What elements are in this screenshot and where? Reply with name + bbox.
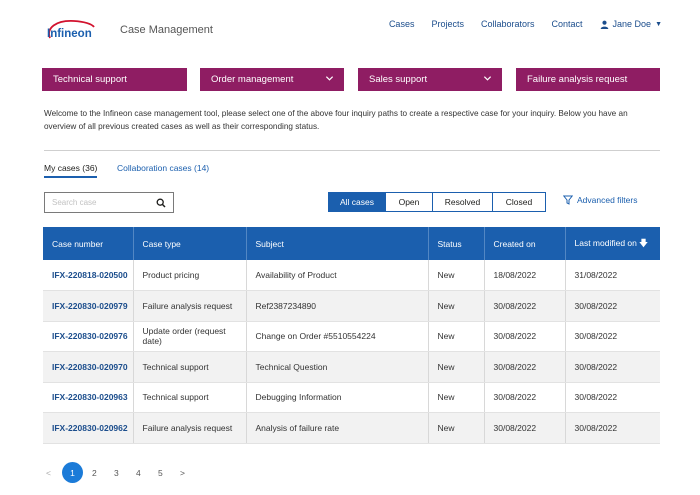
- case-type-cell: Update order (request date): [133, 321, 247, 352]
- case-type-cell: Failure analysis request: [133, 412, 247, 444]
- failure-analysis-request-label: Failure analysis request: [527, 74, 628, 85]
- order-management-dropdown[interactable]: Order management: [200, 68, 344, 91]
- last-modified-cell: 30/08/2022: [565, 351, 660, 383]
- case-type-cell: Technical support: [133, 382, 247, 413]
- filter-open[interactable]: Open: [386, 192, 433, 212]
- search-icon[interactable]: [156, 198, 166, 208]
- filter-closed[interactable]: Closed: [493, 192, 546, 212]
- column-subject[interactable]: Subject: [246, 227, 429, 260]
- case-type-cell: Failure analysis request: [133, 290, 247, 322]
- divider: [44, 150, 660, 151]
- sort-down-icon[interactable]: 🡇: [639, 238, 648, 248]
- intro-text: Welcome to the Infineon case management …: [44, 109, 628, 131]
- failure-analysis-request-button[interactable]: Failure analysis request: [516, 68, 660, 91]
- user-name: Jane Doe: [612, 19, 652, 29]
- technical-support-label: Technical support: [53, 74, 127, 85]
- chevron-down-icon: [483, 76, 492, 81]
- column-case-number[interactable]: Case number: [43, 227, 134, 260]
- created-on-cell: 30/08/2022: [484, 412, 566, 444]
- infineon-logo[interactable]: Infineon: [44, 18, 96, 44]
- user-icon: [600, 20, 608, 29]
- advanced-filters-label: Advanced filters: [577, 195, 638, 205]
- nav-contact[interactable]: Contact: [552, 19, 583, 29]
- top-navigation: Cases Projects Collaborators Contact Jan…: [389, 19, 662, 29]
- app-title: Case Management: [120, 24, 213, 36]
- subject-cell: Analysis of failure rate: [246, 412, 429, 444]
- last-modified-cell: 31/08/2022: [565, 260, 660, 291]
- case-number-link[interactable]: IFX-220830-020963: [43, 382, 134, 413]
- previous-page-button[interactable]: <: [46, 468, 62, 478]
- advanced-filters-link[interactable]: Advanced filters: [563, 195, 637, 205]
- case-number-link[interactable]: IFX-220830-020970: [43, 351, 134, 383]
- case-number-link[interactable]: IFX-220830-020979: [43, 290, 134, 322]
- pagination: < 1 2 3 4 5 >: [46, 462, 202, 483]
- created-on-cell: 30/08/2022: [484, 321, 566, 352]
- filter-all-cases[interactable]: All cases: [328, 192, 386, 212]
- technical-support-button[interactable]: Technical support: [42, 68, 187, 91]
- table-row[interactable]: IFX-220830-020970 Technical support Tech…: [43, 351, 660, 383]
- table-row[interactable]: IFX-220818-020500 Product pricing Availa…: [43, 260, 660, 291]
- user-menu[interactable]: Jane Doe ▼: [600, 19, 662, 29]
- page-4-button[interactable]: 4: [136, 468, 158, 478]
- sales-support-dropdown[interactable]: Sales support: [358, 68, 502, 91]
- case-type-cell: Technical support: [133, 351, 247, 383]
- filter-icon: [563, 195, 573, 205]
- column-case-type[interactable]: Case type: [133, 227, 247, 260]
- last-modified-cell: 30/08/2022: [565, 382, 660, 413]
- column-last-modified-on[interactable]: Last modified on 🡇: [565, 227, 660, 260]
- subject-cell: Ref2387234890: [246, 290, 429, 322]
- status-cell: New: [428, 351, 485, 383]
- subject-cell: Technical Question: [246, 351, 429, 383]
- page-5-button[interactable]: 5: [158, 468, 180, 478]
- column-created-on[interactable]: Created on: [484, 227, 566, 260]
- search-box: [44, 192, 174, 213]
- case-number-link[interactable]: IFX-220830-020976: [43, 321, 134, 352]
- cases-table: Case number Case type Subject Status Cre…: [43, 227, 660, 444]
- status-cell: New: [428, 382, 485, 413]
- order-management-label: Order management: [211, 74, 294, 85]
- search-input[interactable]: [45, 193, 145, 212]
- nav-projects[interactable]: Projects: [431, 19, 464, 29]
- sales-support-label: Sales support: [369, 74, 428, 85]
- column-last-modified-label: Last modified on: [574, 237, 637, 248]
- last-modified-cell: 30/08/2022: [565, 321, 660, 352]
- status-cell: New: [428, 412, 485, 444]
- table-row[interactable]: IFX-220830-020963 Technical support Debu…: [43, 382, 660, 413]
- last-modified-cell: 30/08/2022: [565, 290, 660, 322]
- nav-collaborators[interactable]: Collaborators: [481, 19, 535, 29]
- page-2-button[interactable]: 2: [92, 468, 114, 478]
- created-on-cell: 30/08/2022: [484, 290, 566, 322]
- page-1-button[interactable]: 1: [62, 462, 83, 483]
- created-on-cell: 30/08/2022: [484, 351, 566, 383]
- status-cell: New: [428, 290, 485, 322]
- case-number-link[interactable]: IFX-220830-020962: [43, 412, 134, 444]
- subject-cell: Availability of Product: [246, 260, 429, 291]
- case-number-link[interactable]: IFX-220818-020500: [43, 260, 134, 291]
- last-modified-cell: 30/08/2022: [565, 412, 660, 444]
- chevron-down-icon: [325, 76, 334, 81]
- table-row[interactable]: IFX-220830-020979 Failure analysis reque…: [43, 290, 660, 322]
- status-cell: New: [428, 321, 485, 352]
- table-row[interactable]: IFX-220830-020962 Failure analysis reque…: [43, 412, 660, 444]
- subject-cell: Debugging Information: [246, 382, 429, 413]
- nav-cases[interactable]: Cases: [389, 19, 415, 29]
- created-on-cell: 18/08/2022: [484, 260, 566, 291]
- svg-text:Infineon: Infineon: [47, 28, 92, 40]
- created-on-cell: 30/08/2022: [484, 382, 566, 413]
- tab-collaboration-cases[interactable]: Collaboration cases (14): [117, 163, 209, 173]
- filter-resolved[interactable]: Resolved: [433, 192, 493, 212]
- column-status[interactable]: Status: [428, 227, 485, 260]
- page-3-button[interactable]: 3: [114, 468, 136, 478]
- subject-cell: Change on Order #5510554224: [246, 321, 429, 352]
- next-page-button[interactable]: >: [180, 468, 202, 478]
- case-type-cell: Product pricing: [133, 260, 247, 291]
- tab-my-cases[interactable]: My cases (36): [44, 163, 98, 178]
- caret-down-icon: ▼: [655, 20, 662, 28]
- table-header-row: Case number Case type Subject Status Cre…: [43, 227, 660, 260]
- status-cell: New: [428, 260, 485, 291]
- table-row[interactable]: IFX-220830-020976 Update order (request …: [43, 321, 660, 352]
